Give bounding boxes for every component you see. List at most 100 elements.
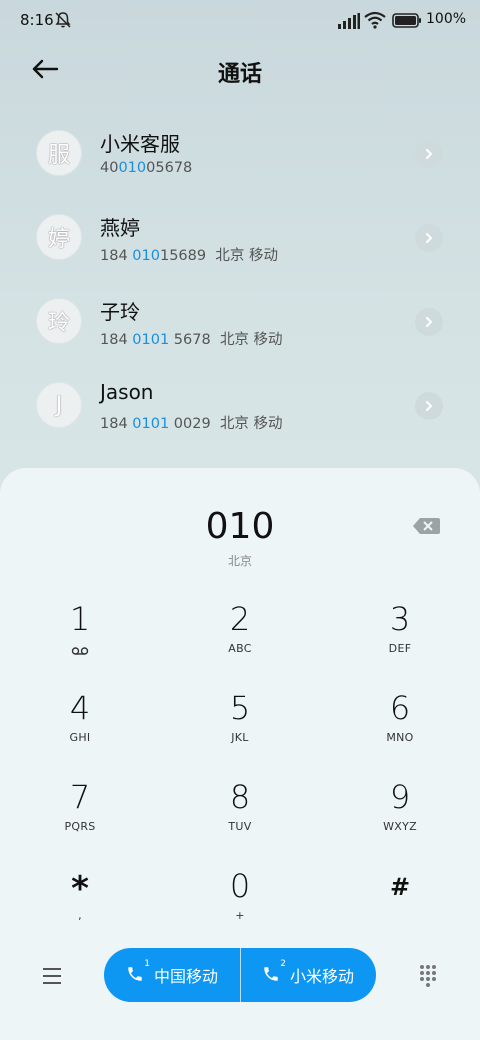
avatar: 服	[36, 130, 82, 176]
key-digit: 8	[229, 778, 251, 816]
key-letters: PQRS	[64, 820, 96, 833]
key-letters: JKL	[231, 731, 249, 744]
number-suffix: 05678	[146, 160, 193, 176]
number-match: 0101	[132, 416, 170, 432]
number-prefix: 184	[100, 248, 133, 264]
key-3[interactable]: 3 DEF	[340, 600, 460, 680]
contact-detail-button[interactable]	[415, 140, 443, 168]
call-sim2-button[interactable]: 2 小米移动	[240, 948, 376, 1002]
contact-detail-button[interactable]	[415, 392, 443, 420]
number-suffix: 0029	[169, 416, 211, 432]
key-hash[interactable]: #	[340, 867, 460, 947]
status-bar: 8:16 100%	[0, 0, 480, 40]
key-digit: #	[389, 873, 411, 901]
sim-number: 2	[280, 959, 286, 969]
avatar: 婷	[36, 214, 82, 260]
contact-name: 小米客服	[100, 132, 180, 156]
number-match: 010	[132, 248, 160, 264]
key-digit: 3	[389, 600, 411, 638]
key-8[interactable]: 8 TUV	[180, 778, 300, 858]
avatar-initial: 玲	[47, 311, 70, 336]
contact-name: 子玲	[100, 300, 140, 324]
chevron-right-icon	[426, 317, 432, 327]
number-suffix: 15689	[159, 248, 207, 264]
key-letters: DEF	[388, 642, 412, 655]
backspace-icon[interactable]	[412, 516, 440, 536]
contact-detail-button[interactable]	[415, 224, 443, 252]
key-letters: GHI	[69, 731, 91, 744]
key-4[interactable]: 4 GHI	[20, 689, 140, 769]
dialed-number: 010	[205, 506, 275, 547]
contact-row[interactable]: 服 小米客服 4001005678	[0, 112, 480, 196]
contact-location: 北京 移动	[219, 332, 283, 348]
number-suffix: 5678	[169, 332, 211, 348]
phone-icon: 1	[126, 959, 150, 985]
key-digit: 0	[229, 867, 251, 905]
contact-name: 燕婷	[100, 216, 140, 240]
key-digit: 6	[389, 689, 411, 727]
key-digit: 1	[69, 600, 91, 638]
key-digit: 7	[69, 778, 91, 816]
sim-number: 1	[144, 959, 150, 969]
menu-icon[interactable]	[40, 966, 64, 986]
key-letters: ABC	[228, 642, 252, 655]
wifi-icon	[364, 11, 386, 29]
key-letters: MNO	[386, 731, 414, 744]
call-sim2-label: 小米移动	[289, 967, 354, 986]
number-prefix: 184	[100, 332, 133, 348]
key-digit: 2	[229, 600, 251, 638]
keypad-toggle-icon[interactable]	[418, 964, 438, 988]
avatar: J	[36, 382, 82, 428]
key-7[interactable]: 7 PQRS	[20, 778, 140, 858]
dialpad-panel: 010 北京 1 2 ABC 3 DEF 4 GHI 5 JKL 6 MNO 7 PQRS 8 TUV 9 WX…	[0, 468, 480, 1040]
key-6[interactable]: 6 MNO	[340, 689, 460, 769]
key-2[interactable]: 2 ABC	[180, 600, 300, 680]
key-letters: ,	[78, 909, 82, 922]
number-prefix: 184	[100, 416, 133, 432]
contact-row[interactable]: 婷 燕婷 184 01015689 北京 移动	[0, 196, 480, 280]
signal-icon	[338, 13, 360, 29]
avatar-initial: J	[55, 392, 63, 418]
contact-number: 184 0101 0029 北京 移动	[100, 412, 283, 433]
contact-number: 4001005678	[100, 160, 192, 176]
avatar-initial: 服	[47, 143, 70, 168]
battery-percent: 100%	[426, 11, 467, 27]
contact-name: Jason	[100, 380, 154, 404]
number-match: 0101	[132, 332, 170, 348]
key-0[interactable]: 0 +	[180, 867, 300, 947]
key-letters: +	[235, 909, 245, 922]
avatar: 玲	[36, 298, 82, 344]
key-digit: 9	[389, 778, 411, 816]
key-star[interactable]: *,	[20, 867, 140, 947]
key-5[interactable]: 5 JKL	[180, 689, 300, 769]
call-sim1-button[interactable]: 1 中国移动	[104, 948, 240, 1002]
contact-location: 北京 移动	[215, 248, 278, 264]
avatar-initial: 婷	[47, 227, 70, 252]
phone-icon: 2	[262, 959, 286, 985]
contact-row[interactable]: J Jason 184 0101 0029 北京 移动	[0, 364, 480, 448]
chevron-right-icon	[426, 233, 432, 243]
key-digit: 4	[69, 689, 91, 727]
page-title: 通话	[217, 62, 262, 87]
contact-row[interactable]: 玲 子玲 184 0101 5678 北京 移动	[0, 280, 480, 364]
chevron-right-icon	[426, 149, 432, 159]
key-digit: *	[71, 869, 89, 909]
number-match: 010	[118, 160, 147, 176]
key-letters: TUV	[228, 820, 252, 833]
key-9[interactable]: 9 WXYZ	[340, 778, 460, 858]
dialed-location: 北京	[227, 554, 252, 568]
key-1[interactable]: 1	[20, 600, 140, 680]
call-button-group: 1 中国移动 2 小米移动	[104, 948, 376, 1002]
status-time: 8:16	[20, 11, 54, 29]
contact-number: 184 0101 5678 北京 移动	[100, 328, 283, 349]
key-digit: 5	[229, 689, 251, 727]
battery-icon	[392, 13, 421, 28]
contact-number: 184 01015689 北京 移动	[100, 244, 278, 265]
chevron-right-icon	[426, 401, 432, 411]
key-letters: WXYZ	[383, 820, 417, 833]
contact-detail-button[interactable]	[415, 308, 443, 336]
bell-muted-icon	[55, 12, 71, 28]
call-sim1-label: 中国移动	[153, 967, 218, 986]
voicemail-icon	[71, 647, 89, 655]
contact-location: 北京 移动	[219, 416, 283, 432]
